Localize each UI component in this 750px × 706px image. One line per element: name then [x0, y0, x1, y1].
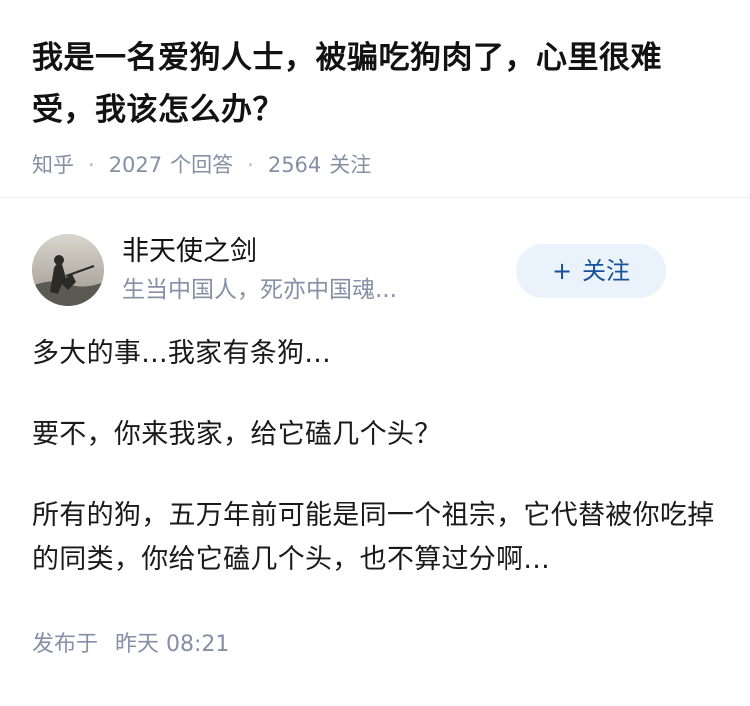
publish-label: 发布于 — [32, 632, 99, 657]
meta-separator: · — [247, 153, 254, 177]
question-title[interactable]: 我是一名爱狗人士，被骗吃狗肉了，心里很难受，我该怎么办？ — [32, 32, 720, 136]
follow-button[interactable]: + 关注 — [516, 244, 666, 298]
answer-paragraph: 多大的事...我家有条狗... — [32, 338, 331, 369]
followers-count: 2564 — [267, 153, 322, 177]
answer-content[interactable]: 多大的事...我家有条狗... 要不，你来我家，给它磕几个头？ 所有的狗，五万年… — [32, 332, 718, 582]
answers-label: 个回答 — [170, 153, 234, 177]
follow-button-label: 关注 — [582, 257, 631, 285]
followers-label: 关注 — [329, 153, 372, 177]
answer-card: 非天使之剑 生当中国人，死亦中国魂... + 关注 多大的事...我家有条狗...… — [0, 198, 750, 660]
question-meta: 知乎 · 2027 个回答 · 2564 关注 — [32, 150, 720, 180]
publish-time: 发布于 昨天 08:21 — [32, 630, 718, 660]
answer-paragraph: 要不，你来我家，给它磕几个头？ — [32, 419, 442, 450]
publish-timestamp: 昨天 08:21 — [115, 632, 230, 657]
avatar[interactable] — [32, 234, 104, 306]
question-header: 我是一名爱狗人士，被骗吃狗肉了，心里很难受，我该怎么办？ 知乎 · 2027 个… — [0, 0, 750, 198]
answers-count: 2027 — [108, 153, 163, 177]
author-name[interactable]: 非天使之剑 — [122, 234, 257, 270]
answer-paragraph: 所有的狗，五万年前可能是同一个祖宗，它代替被你吃掉的同类，你给它磕几个头，也不算… — [32, 500, 715, 575]
author-row: 非天使之剑 生当中国人，死亦中国魂... + 关注 — [32, 198, 718, 320]
author-bio: 生当中国人，死亦中国魂... — [122, 277, 397, 303]
meta-separator: · — [88, 153, 95, 177]
avatar-image-icon — [32, 234, 104, 306]
plus-icon: + — [551, 257, 573, 285]
source-label[interactable]: 知乎 — [32, 150, 74, 180]
